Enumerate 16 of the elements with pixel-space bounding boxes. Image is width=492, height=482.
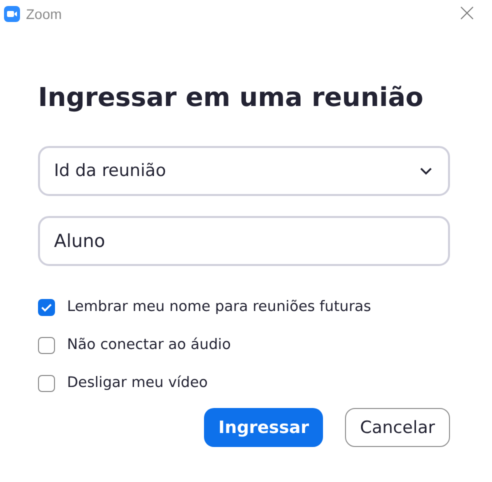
checkmark-icon [41, 302, 52, 312]
join-button[interactable]: Ingressar [204, 408, 323, 447]
cancel-button[interactable]: Cancelar [345, 408, 450, 447]
chevron-down-icon [420, 167, 432, 175]
checkbox-label: Lembrar meu nome para reuniões futuras [67, 299, 372, 315]
checkbox[interactable] [38, 298, 55, 316]
checkbox[interactable] [38, 374, 55, 392]
name-field[interactable]: Aluno [38, 216, 450, 266]
close-button[interactable] [460, 6, 476, 22]
checkbox-label: Não conectar ao áudio [67, 337, 231, 353]
checkbox-label: Desligar meu vídeo [67, 375, 208, 391]
dialog-heading: Ingressar em uma reunião [38, 82, 424, 115]
meeting-id-dropdown[interactable]: Id da reunião [38, 146, 450, 196]
checkbox[interactable] [38, 336, 55, 354]
window-title: Zoom [26, 6, 63, 22]
video-camera-icon [4, 6, 20, 22]
